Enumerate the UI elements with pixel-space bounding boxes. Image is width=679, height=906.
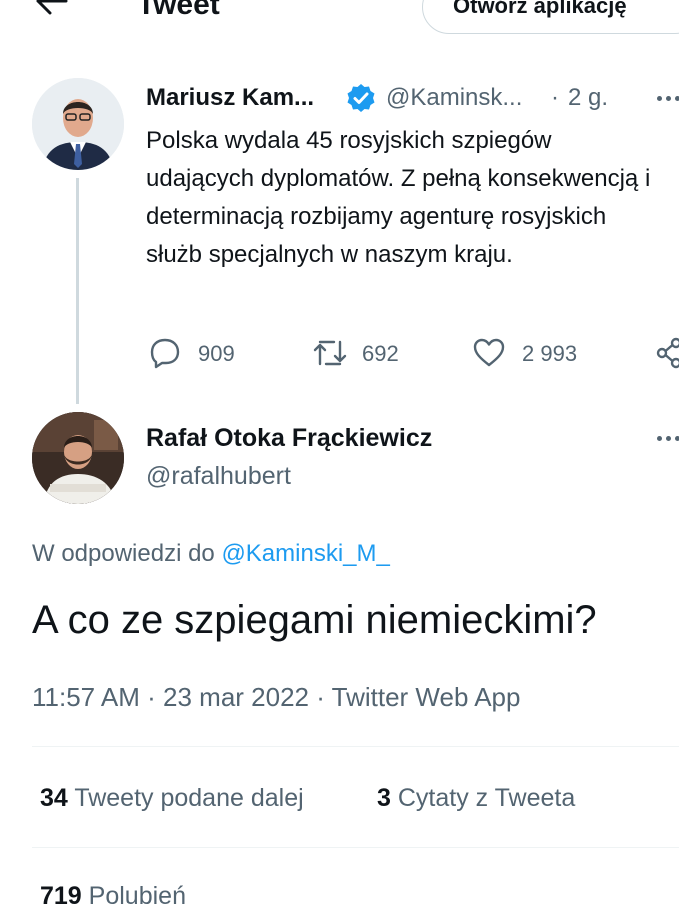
page-title: Tweet [137, 0, 220, 21]
share-icon [656, 337, 679, 369]
avatar[interactable] [32, 78, 124, 170]
retweets-count: 34 [40, 784, 68, 812]
reply-icon [150, 338, 180, 369]
likes-count: 719 [40, 882, 82, 906]
reply-count: 909 [198, 341, 235, 366]
more-options-icon[interactable] [655, 433, 679, 443]
divider [32, 746, 679, 747]
thread-connector-line [76, 178, 79, 404]
likes-stat[interactable]: 719 Polubień [40, 882, 186, 906]
parent-author-handle[interactable]: @Kaminsk... [386, 84, 522, 112]
main-author-name[interactable]: Rafał Otoka Frąckiewicz [146, 424, 432, 453]
reply-context: W odpowiedzi do @Kaminski_M_ [32, 540, 390, 568]
more-options-icon[interactable] [655, 93, 679, 103]
parent-tweet-time[interactable]: 2 g. [568, 84, 608, 112]
avatar[interactable] [32, 412, 124, 504]
avatar-photo [32, 412, 124, 504]
main-tweet-text: A co ze szpiegami niemieckimi? [32, 598, 597, 642]
verified-badge-icon [347, 84, 375, 112]
meta-separator: · [551, 84, 559, 111]
avatar-photo [32, 78, 124, 170]
main-author-handle[interactable]: @rafalhubert [146, 462, 291, 491]
parent-tweet-text: Polska wydala 45 rosyjskich szpiegów uda… [146, 127, 651, 268]
heart-icon [473, 338, 505, 367]
reply-to-handle-link[interactable]: @Kaminski_M_ [221, 540, 389, 567]
retweets-label: Tweety podane dalej [74, 784, 304, 812]
reply-to-prefix: W odpowiedzi do [32, 540, 215, 567]
parent-author-name[interactable]: Mariusz Kam... [146, 84, 314, 112]
retweet-icon [313, 340, 347, 366]
arrow-left-icon[interactable] [30, 0, 70, 16]
likes-label: Polubień [88, 882, 186, 906]
tweet-timestamp[interactable]: 11:57 AM · 23 mar 2022 · Twitter Web App [32, 682, 520, 713]
divider [32, 847, 679, 848]
quotes-label: Cytaty z Tweeta [397, 784, 576, 812]
quotes-count: 3 [377, 784, 391, 812]
quotes-stat[interactable]: 3 Cytaty z Tweeta [377, 784, 575, 813]
open-app-button[interactable]: Otwórz aplikację [422, 0, 679, 34]
retweet-count: 692 [362, 341, 399, 366]
top-bar: Tweet Otwórz aplikację [0, 0, 679, 40]
like-count: 2 993 [522, 341, 578, 366]
retweets-stat[interactable]: 34 Tweety podane dalej [40, 784, 304, 813]
